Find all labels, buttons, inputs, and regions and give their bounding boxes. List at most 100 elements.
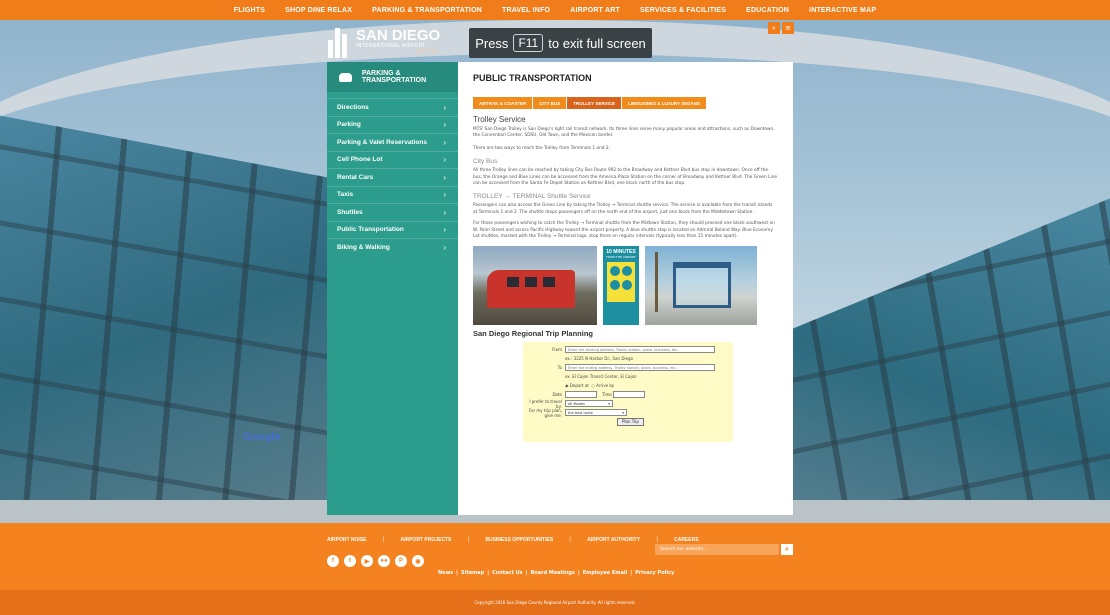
main-content: PUBLIC TRANSPORTATION AMTRAK & COASTER C… — [458, 62, 793, 515]
footer-link-board-meetings[interactable]: Board Meetings — [530, 570, 574, 576]
shuttle-text-2: For those passengers wishing to catch th… — [473, 221, 775, 240]
plan-trip-button[interactable]: Plan Trip — [617, 417, 644, 426]
from-input[interactable]: Enter the starting address, Trolley stat… — [565, 346, 715, 354]
site-footer: AIRPORT NOISE | AIRPORT PROJECTS | BUSINES… — [0, 523, 1110, 590]
sidebar-item-label: Cell Phone Lot — [337, 156, 383, 164]
shuttle-stop-photo — [645, 246, 757, 326]
top-navigation: FLIGHTS SHOP DINE RELAX PARKING & TRANSP… — [0, 0, 1110, 20]
from-example: ex.: 3225 N Harbor Dr., San Diego — [565, 356, 633, 362]
shuttle-text: Passengers can also access the Green Lin… — [473, 203, 773, 215]
two-ways-text: There are two ways to reach the Trolley … — [473, 145, 611, 151]
tab-limousines[interactable]: LIMOUSINES & LUXURY SEDANS — [622, 97, 708, 109]
tab-amtrak-coaster[interactable]: AMTRAK & COASTER — [473, 97, 534, 109]
chevron-down-icon: ▾ — [622, 410, 624, 415]
section-heading: Trolley Service — [473, 115, 526, 124]
nav-flights[interactable]: FLIGHTS — [234, 7, 265, 14]
sidebar-item-directions[interactable]: Directions › — [327, 98, 458, 116]
flickr-icon[interactable]: ●● — [378, 555, 390, 567]
fullscreen-notice: Press F11 to exit full screen — [469, 28, 652, 58]
sidebar-header: PARKING & TRANSPORTATION — [327, 62, 458, 92]
nav-interactive-map[interactable]: INTERACTIVE MAP — [809, 7, 876, 14]
intro-text: MTS' San Diego Trolley is San Diego's li… — [473, 127, 775, 139]
from-label: From — [552, 347, 562, 353]
plan-type-value: the best route — [568, 410, 593, 415]
chevron-right-icon: › — [443, 102, 446, 112]
shuttle-heading: TROLLEY → TERMINAL Shuttle Service — [473, 193, 591, 201]
sidebar-item-valet-reservations[interactable]: Parking & Valet Reservations › — [327, 133, 458, 151]
sidebar-item-parking[interactable]: Parking › — [327, 115, 458, 134]
chevron-right-icon: › — [443, 172, 446, 182]
instagram-icon[interactable]: ◉ — [412, 555, 424, 567]
photo-strip: 10 MINUTES FROM THE AIRPORT — [473, 246, 778, 326]
sidebar-item-taxis[interactable]: Taxis › — [327, 185, 458, 204]
sidebar-item-biking-walking[interactable]: Biking & Walking › — [327, 238, 458, 256]
plan-type-select[interactable]: the best route ▾ — [565, 409, 627, 417]
footer-link-airport-projects[interactable]: AIRPORT PROJECTS — [400, 537, 451, 543]
car-icon — [339, 72, 352, 82]
section-sidebar: PARKING & TRANSPORTATION Directions › Par… — [327, 62, 458, 515]
arrive-radio[interactable]: ○ — [591, 383, 595, 388]
sidebar-item-label: Biking & Walking — [337, 243, 390, 251]
depart-label: Depart at — [569, 383, 589, 389]
copyright: Copyright 2016 San Diego County Regional… — [0, 590, 1110, 615]
logo-tagline: LET'S GO. — [415, 49, 441, 55]
page-title: PUBLIC TRANSPORTATION — [473, 73, 592, 83]
footer-link-airport-noise[interactable]: AIRPORT NOISE — [327, 537, 366, 543]
search-icon[interactable]: ⌕ — [781, 544, 793, 555]
tab-city-bus[interactable]: CITY BUS — [533, 97, 568, 109]
footer-link-business-opportunities[interactable]: BUSINESS OPPORTUNITIES — [485, 537, 553, 543]
chevron-right-icon: › — [443, 155, 446, 165]
tab-trolley-service[interactable]: TROLLEY SERVICE — [567, 97, 623, 109]
facebook-icon[interactable]: f — [327, 555, 339, 567]
footer-links: AIRPORT NOISE | AIRPORT PROJECTS | BUSINES… — [327, 536, 699, 543]
nav-travel-info[interactable]: TRAVEL INFO — [502, 7, 550, 14]
nav-services-facilities[interactable]: SERVICES & FACILITIES — [640, 7, 726, 14]
sidebar-item-cell-phone-lot[interactable]: Cell Phone Lot › — [327, 150, 458, 169]
footer-link-contact[interactable]: Contact Us — [492, 570, 523, 576]
twitter-icon[interactable]: t — [344, 555, 356, 567]
nav-airport-art[interactable]: AIRPORT ART — [570, 7, 620, 14]
terminal-glass-right — [790, 198, 1110, 525]
nav-parking-transportation[interactable]: PARKING & TRANSPORTATION — [372, 7, 482, 14]
footer-link-privacy[interactable]: Privacy Policy — [635, 570, 674, 576]
nav-education[interactable]: EDUCATION — [746, 7, 789, 14]
footer-link-sitemap[interactable]: Sitemap — [461, 570, 484, 576]
chevron-right-icon: › — [443, 190, 446, 200]
chevron-right-icon: › — [443, 137, 446, 147]
chevron-right-icon: › — [443, 242, 446, 252]
chevron-right-icon: › — [443, 207, 446, 217]
fullscreen-rest: to exit full screen — [548, 35, 646, 51]
youtube-icon[interactable]: ▶ — [361, 555, 373, 567]
sidebar-item-shuttles[interactable]: Shuttles › — [327, 203, 458, 221]
sidebar-title: PARKING & TRANSPORTATION — [361, 70, 427, 84]
sidebar-item-label: Parking — [337, 121, 361, 129]
google-logo: Google — [243, 431, 281, 443]
site-logo[interactable]: SAN DIEGO INTERNATIONAL AIRPORT LET'S GO… — [328, 28, 458, 62]
date-input[interactable] — [565, 391, 597, 399]
footer-link-employee-email[interactable]: Employee Email — [583, 570, 628, 576]
footer-link-airport-authority[interactable]: AIRPORT AUTHORITY — [587, 537, 640, 543]
nav-shop-dine-relax[interactable]: SHOP DINE RELAX — [285, 7, 352, 14]
sidebar-item-label: Rental Cars — [337, 173, 374, 181]
search-icon[interactable]: ⌕ — [768, 22, 780, 34]
sidebar-item-rental-cars[interactable]: Rental Cars › — [327, 168, 458, 186]
chevron-right-icon: › — [443, 120, 446, 130]
footer-link-careers[interactable]: CAREERS — [674, 537, 698, 543]
travel-mode-select[interactable]: All Modes ▾ — [565, 400, 613, 408]
to-input[interactable]: Enter the ending address, Trolley statio… — [565, 364, 715, 372]
travel-mode-value: All Modes — [568, 401, 585, 406]
sidebar-menu: Directions › Parking › Parking & Valet Res… — [327, 98, 458, 256]
footer-bottom-links: News | Sitemap | Contact Us | Board Meeting… — [438, 570, 675, 576]
sidebar-item-public-transportation[interactable]: Public Transportation › — [327, 220, 458, 239]
time-input[interactable] — [613, 391, 646, 399]
f11-key: F11 — [513, 34, 544, 52]
footer-search-input[interactable]: Search our website... — [655, 544, 779, 555]
footer-link-news[interactable]: News — [438, 570, 453, 576]
sidebar-item-label: Public Transportation — [337, 226, 404, 234]
depart-radio[interactable]: ◉ — [565, 383, 569, 388]
logo-title: SAN DIEGO — [356, 27, 441, 44]
sidebar-item-label: Directions — [337, 103, 369, 111]
menu-icon[interactable]: ≡ — [782, 22, 794, 34]
to-example: ex. El Cajon Transit Center, El Cajon — [565, 374, 637, 380]
pinterest-icon[interactable]: P — [395, 555, 407, 567]
